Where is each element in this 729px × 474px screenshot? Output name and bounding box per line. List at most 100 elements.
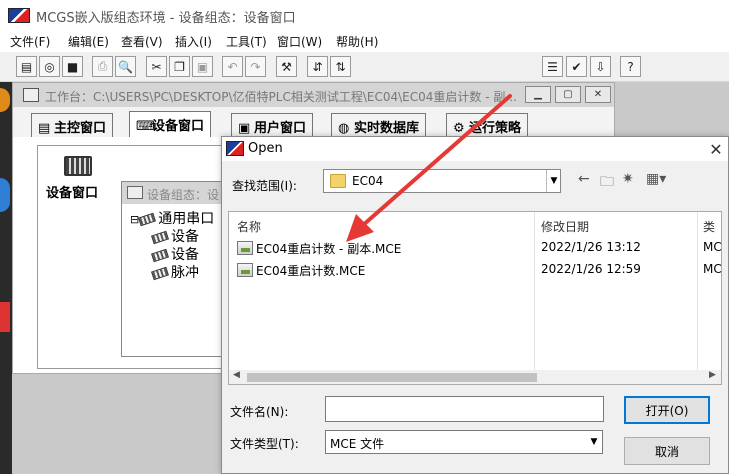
view-menu-icon[interactable]: ▦▾: [646, 171, 666, 187]
back-icon[interactable]: ←: [578, 171, 590, 187]
file-name: EC04重启计数.MCE: [256, 264, 366, 278]
scroll-left-icon[interactable]: ◀: [233, 370, 240, 380]
dialog-title: Open: [248, 141, 283, 156]
workspace-window-icon: [23, 88, 39, 102]
paste-icon[interactable]: ▣: [192, 56, 213, 77]
file-date: 2022/1/26 12:59: [541, 262, 641, 276]
menu-tools[interactable]: 工具(T): [226, 33, 267, 50]
workspace-tabs: ▤ 主控窗口 ⌨设备窗口 ▣ 用户窗口 ◍ 实时数据库 ⚙ 运行策略: [13, 107, 614, 137]
file-type-label: 文件类型(T):: [230, 437, 299, 451]
minimize-button[interactable]: ▁: [525, 86, 551, 103]
column-header-date[interactable]: 修改日期: [541, 218, 589, 235]
cancel-button[interactable]: 取消: [624, 437, 710, 465]
database-icon: ◍: [338, 121, 350, 136]
upload-icon[interactable]: ⇅: [330, 56, 351, 77]
tab-realtime-database[interactable]: ◍ 实时数据库: [331, 113, 427, 137]
tree-item-device-1[interactable]: 设备: [151, 226, 199, 246]
horizontal-scrollbar[interactable]: ◀ ▶: [229, 370, 721, 384]
print-preview-icon[interactable]: 🔍: [115, 56, 136, 77]
main-window-icon: ▤: [38, 121, 51, 136]
look-in-select[interactable]: EC04 ▼: [323, 169, 561, 193]
file-name: EC04重启计数 - 副本.MCE: [256, 242, 402, 256]
menu-file[interactable]: 文件(F): [10, 33, 50, 50]
device-icon: ⌨: [136, 119, 155, 134]
tab-run-strategy[interactable]: ⚙ 运行策略: [446, 113, 529, 137]
open-button[interactable]: 打开(O): [624, 396, 710, 424]
desktop-app-icon: [0, 88, 10, 112]
print-icon[interactable]: ⎙: [92, 56, 113, 77]
folder-icon: [330, 174, 346, 188]
app-title-bar: MCGS嵌入版组态环境 - 设备组态：设备窗口: [0, 0, 729, 30]
column-header-type[interactable]: 类: [703, 218, 715, 235]
column-divider: [534, 212, 535, 372]
scrollbar-thumb[interactable]: [247, 373, 537, 382]
redo-icon[interactable]: ↷: [245, 56, 266, 77]
check-icon[interactable]: ✔: [566, 56, 587, 77]
column-header-name[interactable]: 名称: [237, 218, 261, 235]
device-chip-icon[interactable]: [64, 156, 92, 176]
workspace-title-bar: 工作台：C:\USERS\PC\DESKTOP\亿佰特PLC相关测试工程\EC0…: [13, 83, 614, 107]
user-window-icon: ▣: [238, 121, 251, 136]
scroll-right-icon[interactable]: ▶: [709, 370, 716, 380]
maximize-button[interactable]: ▢: [555, 86, 581, 103]
tree-item-pulse[interactable]: 脉冲: [151, 262, 199, 282]
menu-view[interactable]: 查看(V): [121, 33, 163, 50]
menu-window[interactable]: 窗口(W): [277, 33, 322, 50]
properties-icon[interactable]: ☰: [542, 56, 563, 77]
file-row[interactable]: EC04重启计数 - 副本.MCE 2022/1/26 13:12 MC: [237, 238, 722, 258]
file-name-input[interactable]: [325, 396, 604, 422]
sort-icon[interactable]: ⇩: [590, 56, 611, 77]
file-type: MC: [703, 240, 722, 254]
new-folder-icon[interactable]: ✷: [622, 171, 634, 187]
tab-user-window[interactable]: ▣ 用户窗口: [231, 113, 314, 137]
save-icon[interactable]: ■: [62, 56, 83, 77]
undo-icon[interactable]: ↶: [222, 56, 243, 77]
mce-file-icon: [237, 241, 253, 255]
device-window-label[interactable]: 设备窗口: [46, 182, 98, 201]
file-name-label: 文件名(N):: [230, 405, 289, 419]
file-list: 名称 修改日期 类 EC04重启计数 - 副本.MCE 2022/1/26 13…: [228, 211, 722, 385]
tab-main-window[interactable]: ▤ 主控窗口: [31, 113, 114, 137]
workspace-icon[interactable]: ▤: [16, 56, 37, 77]
dialog-title-bar: Open ✕: [222, 137, 728, 161]
chip-icon: [151, 248, 169, 262]
file-type: MC: [703, 262, 722, 276]
tab-device-window[interactable]: ⌨设备窗口: [129, 111, 212, 137]
workspace-title: 工作台：C:\USERS\PC\DESKTOP\亿佰特PLC相关测试工程\EC0…: [45, 90, 517, 104]
help-icon[interactable]: ?: [620, 56, 641, 77]
download-icon[interactable]: ⇵: [307, 56, 328, 77]
look-in-value: EC04: [352, 174, 384, 188]
up-folder-icon[interactable]: 🗀: [600, 171, 614, 195]
file-row[interactable]: EC04重启计数.MCE 2022/1/26 12:59 MC: [237, 260, 722, 280]
column-divider: [697, 212, 698, 372]
device-config-title-bar: 设备组态：设: [122, 182, 230, 204]
menu-bar: 文件(F) 编辑(E) 查看(V) 插入(I) 工具(T) 窗口(W) 帮助(H…: [0, 30, 729, 52]
toolbar: ▤ ◎ ■ ⎙ 🔍 ✂ ❐ ▣ ↶ ↷ ⚒ ⇵ ⇅ ☰ ✔ ⇩ ?: [0, 52, 729, 82]
file-type-value: MCE 文件: [330, 437, 385, 451]
menu-edit[interactable]: 编辑(E): [68, 33, 109, 50]
menu-insert[interactable]: 插入(I): [175, 33, 212, 50]
tree-item-serial[interactable]: ⊟ 通用串口: [130, 208, 214, 228]
cut-icon[interactable]: ✂: [146, 56, 167, 77]
device-config-window-icon: [127, 186, 143, 199]
open-dialog: Open ✕ 查找范围(I): EC04 ▼ ← 🗀 ✷ ▦▾ 名称 修改日期 …: [221, 136, 729, 474]
copy-icon[interactable]: ❐: [169, 56, 190, 77]
look-in-label: 查找范围(I):: [232, 179, 297, 193]
close-icon[interactable]: ✕: [706, 139, 726, 159]
tree-item-device-2[interactable]: 设备: [151, 244, 199, 264]
tools-icon[interactable]: ⚒: [276, 56, 297, 77]
menu-help[interactable]: 帮助(H): [336, 33, 378, 50]
chip-icon: [138, 212, 157, 226]
app-title: MCGS嵌入版组态环境 - 设备组态：设备窗口: [36, 11, 296, 26]
mcgs-logo-icon: [8, 8, 30, 23]
database-icon[interactable]: ◎: [39, 56, 60, 77]
chip-icon: [151, 266, 169, 280]
close-button[interactable]: ✕: [585, 86, 611, 103]
chip-icon: [151, 230, 169, 244]
device-config-window: 设备组态：设 ⊟ 通用串口 设备 设备 脉冲: [121, 181, 231, 357]
chevron-down-icon[interactable]: ▼: [586, 431, 602, 453]
chevron-down-icon[interactable]: ▼: [546, 170, 561, 192]
strategy-icon: ⚙: [453, 121, 465, 136]
desktop-edge: [0, 82, 12, 474]
file-type-select[interactable]: MCE 文件 ▼: [325, 430, 603, 454]
